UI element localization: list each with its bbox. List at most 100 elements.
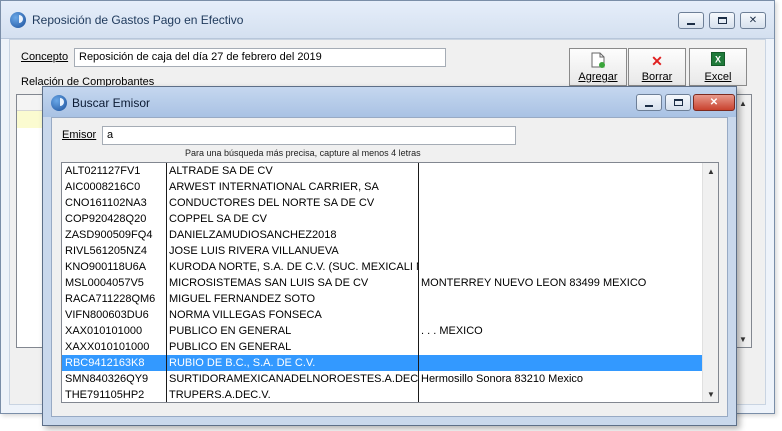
issuer-name: ALTRADE SA DE CV <box>169 165 273 177</box>
issuer-address <box>418 387 703 402</box>
issuer-address <box>418 227 703 243</box>
minimize-icon <box>645 104 653 107</box>
list-item[interactable]: XAXX010101000 PUBLICO EN GENERAL <box>62 339 718 355</box>
excel-button-label: Excel <box>704 71 732 83</box>
list-item[interactable]: RACA711228QM6 MIGUEL FERNANDEZ SOTO <box>62 291 718 307</box>
close-button[interactable]: ✕ <box>740 12 766 29</box>
issuer-name: MIGUEL FERNANDEZ SOTO <box>169 293 316 305</box>
app-logo-icon <box>10 12 26 28</box>
issuer-rfc: VIFN800603DU6 <box>65 309 149 321</box>
add-button-label: Agregar <box>578 71 618 83</box>
issuer-address <box>418 339 703 355</box>
issuer-rfc: ZASD900509FQ4 <box>65 229 153 241</box>
concept-input[interactable]: Reposición de caja del día 27 de febrero… <box>74 48 446 67</box>
issuer-rfc: SMN840326QY9 <box>65 373 149 385</box>
issuer-name: KURODA NORTE, S.A. DE C.V. (SUC. MEXICAL… <box>169 261 418 273</box>
dialog-minimize-button[interactable] <box>636 94 662 111</box>
issuer-name: CONDUCTORES DEL NORTE SA DE CV <box>169 197 375 209</box>
issuer-rfc: COP920428Q20 <box>65 213 147 225</box>
dialog-logo-icon <box>51 95 67 111</box>
scroll-down-icon[interactable]: ▼ <box>703 386 718 402</box>
issuer-address <box>418 243 703 259</box>
dialog-title: Buscar Emisor <box>72 96 151 110</box>
add-button[interactable]: Agregar <box>569 48 627 86</box>
column-divider <box>418 163 419 402</box>
delete-button[interactable]: ✕ Borrar <box>628 48 686 86</box>
issuer-name: ARWEST INTERNATIONAL CARRIER, SA <box>169 181 379 193</box>
list-item[interactable]: THE791105HP2 TRUPERS.A.DEC.V. <box>62 387 718 402</box>
issuer-name: NORMA VILLEGAS FONSECA <box>169 309 322 321</box>
excel-icon: X <box>690 52 746 70</box>
issuer-name: COPPEL SA DE CV <box>169 213 268 225</box>
scroll-down-icon[interactable]: ▼ <box>735 331 751 347</box>
issuer-list[interactable]: ALT021127FV1 ALTRADE SA DE CV AIC0008216C0… <box>61 162 719 403</box>
issuer-name: PUBLICO EN GENERAL <box>169 325 292 337</box>
issuer-address: MONTERREY NUEVO LEON 83499 MEXICO <box>421 277 647 289</box>
list-item[interactable]: VIFN800603DU6 NORMA VILLEGAS FONSECA <box>62 307 718 323</box>
issuer-rows: ALT021127FV1 ALTRADE SA DE CV AIC0008216C0… <box>62 163 718 402</box>
scroll-up-icon[interactable]: ▲ <box>703 163 718 179</box>
issuer-address <box>418 179 703 195</box>
issuer-rfc: MSL0004057V5 <box>65 277 144 289</box>
list-item[interactable]: AIC0008216C0 ARWEST INTERNATIONAL CARRIER… <box>62 179 718 195</box>
issuer-name: TRUPERS.A.DEC.V. <box>169 389 271 401</box>
issuer-address <box>418 355 703 371</box>
issuer-rfc: XAX010101000 <box>65 325 143 337</box>
issuer-name: JOSE LUIS RIVERA VILLANUEVA <box>169 245 339 257</box>
list-item[interactable]: CNO161102NA3 CONDUCTORES DEL NORTE SA DE … <box>62 195 718 211</box>
issuer-rfc: THE791105HP2 <box>65 389 145 401</box>
issuer-name: PUBLICO EN GENERAL <box>169 341 292 353</box>
issuer-address <box>418 291 703 307</box>
issuer-address <box>418 163 703 179</box>
maximize-icon <box>673 99 683 106</box>
issuer-address <box>418 211 703 227</box>
dialog-close-button[interactable]: ✕ <box>693 94 735 111</box>
issuer-rfc: RBC9412163K8 <box>65 357 145 369</box>
delete-button-label: Borrar <box>641 71 673 83</box>
issuer-address <box>418 259 703 275</box>
maximize-button[interactable] <box>709 12 735 29</box>
list-item[interactable]: MSL0004057V5 MICROSISTEMAS SAN LUIS SA DE… <box>62 275 718 291</box>
list-item[interactable]: RIVL561205NZ4 JOSE LUIS RIVERA VILLANUEVA <box>62 243 718 259</box>
concept-label: Concepto <box>21 51 69 63</box>
issuer-rfc: ALT021127FV1 <box>65 165 141 177</box>
list-item[interactable]: KNO900118U6A KURODA NORTE, S.A. DE C.V. (… <box>62 259 718 275</box>
issuer-rfc: KNO900118U6A <box>65 261 147 273</box>
issuer-rfc: XAXX010101000 <box>65 341 150 353</box>
emisor-input[interactable]: a <box>102 126 516 145</box>
dialog-maximize-button[interactable] <box>665 94 691 111</box>
close-icon: ✕ <box>709 97 719 108</box>
list-item[interactable]: RBC9412163K8 RUBIO DE B.C., S.A. DE C.V. <box>62 355 718 371</box>
issuer-rfc: CNO161102NA3 <box>65 197 147 209</box>
main-window-title: Reposición de Gastos Pago en Efectivo <box>32 13 244 27</box>
list-item[interactable]: XAX010101000 PUBLICO EN GENERAL . . . MEXI… <box>62 323 718 339</box>
issuer-rfc: RACA711228QM6 <box>65 293 156 305</box>
close-icon: ✕ <box>748 15 758 26</box>
issuer-name: MICROSISTEMAS SAN LUIS SA DE CV <box>169 277 369 289</box>
dialog-titlebar[interactable]: Buscar Emisor ✕ <box>43 87 736 117</box>
issuer-address <box>418 307 703 323</box>
minimize-icon <box>687 22 695 25</box>
list-scrollbar[interactable]: ▲ ▼ <box>702 163 718 402</box>
list-item[interactable]: COP920428Q20 COPPEL SA DE CV <box>62 211 718 227</box>
minimize-button[interactable] <box>678 12 704 29</box>
list-item[interactable]: SMN840326QY9 SURTIDORAMEXICANADELNOROESTE… <box>62 371 718 387</box>
issuer-address: Hermosillo Sonora 83210 Mexico <box>421 373 584 385</box>
issuer-rfc: AIC0008216C0 <box>65 181 141 193</box>
issuer-address <box>418 195 703 211</box>
search-hint: Para una búsqueda más precisa, capture a… <box>185 148 421 158</box>
list-item[interactable]: ZASD900509FQ4 DANIELZAMUDIOSANCHEZ2018 <box>62 227 718 243</box>
emisor-label: Emisor <box>62 129 97 141</box>
search-issuer-dialog: Buscar Emisor ✕ Emisor a Para una búsque… <box>42 86 737 426</box>
issuer-name: RUBIO DE B.C., S.A. DE C.V. <box>169 357 316 369</box>
scroll-up-icon[interactable]: ▲ <box>735 95 751 111</box>
red-x-icon: ✕ <box>651 53 663 69</box>
excel-button[interactable]: X Excel <box>689 48 747 86</box>
list-item[interactable]: ALT021127FV1 ALTRADE SA DE CV <box>62 163 718 179</box>
maximize-icon <box>717 17 727 24</box>
column-divider <box>166 163 167 402</box>
issuer-name: SURTIDORAMEXICANADELNOROESTES.A.DEC.V. <box>169 373 418 385</box>
issuer-rfc: RIVL561205NZ4 <box>65 245 147 257</box>
issuer-name: DANIELZAMUDIOSANCHEZ2018 <box>169 229 337 241</box>
main-titlebar[interactable]: Reposición de Gastos Pago en Efectivo ✕ <box>1 1 774 39</box>
